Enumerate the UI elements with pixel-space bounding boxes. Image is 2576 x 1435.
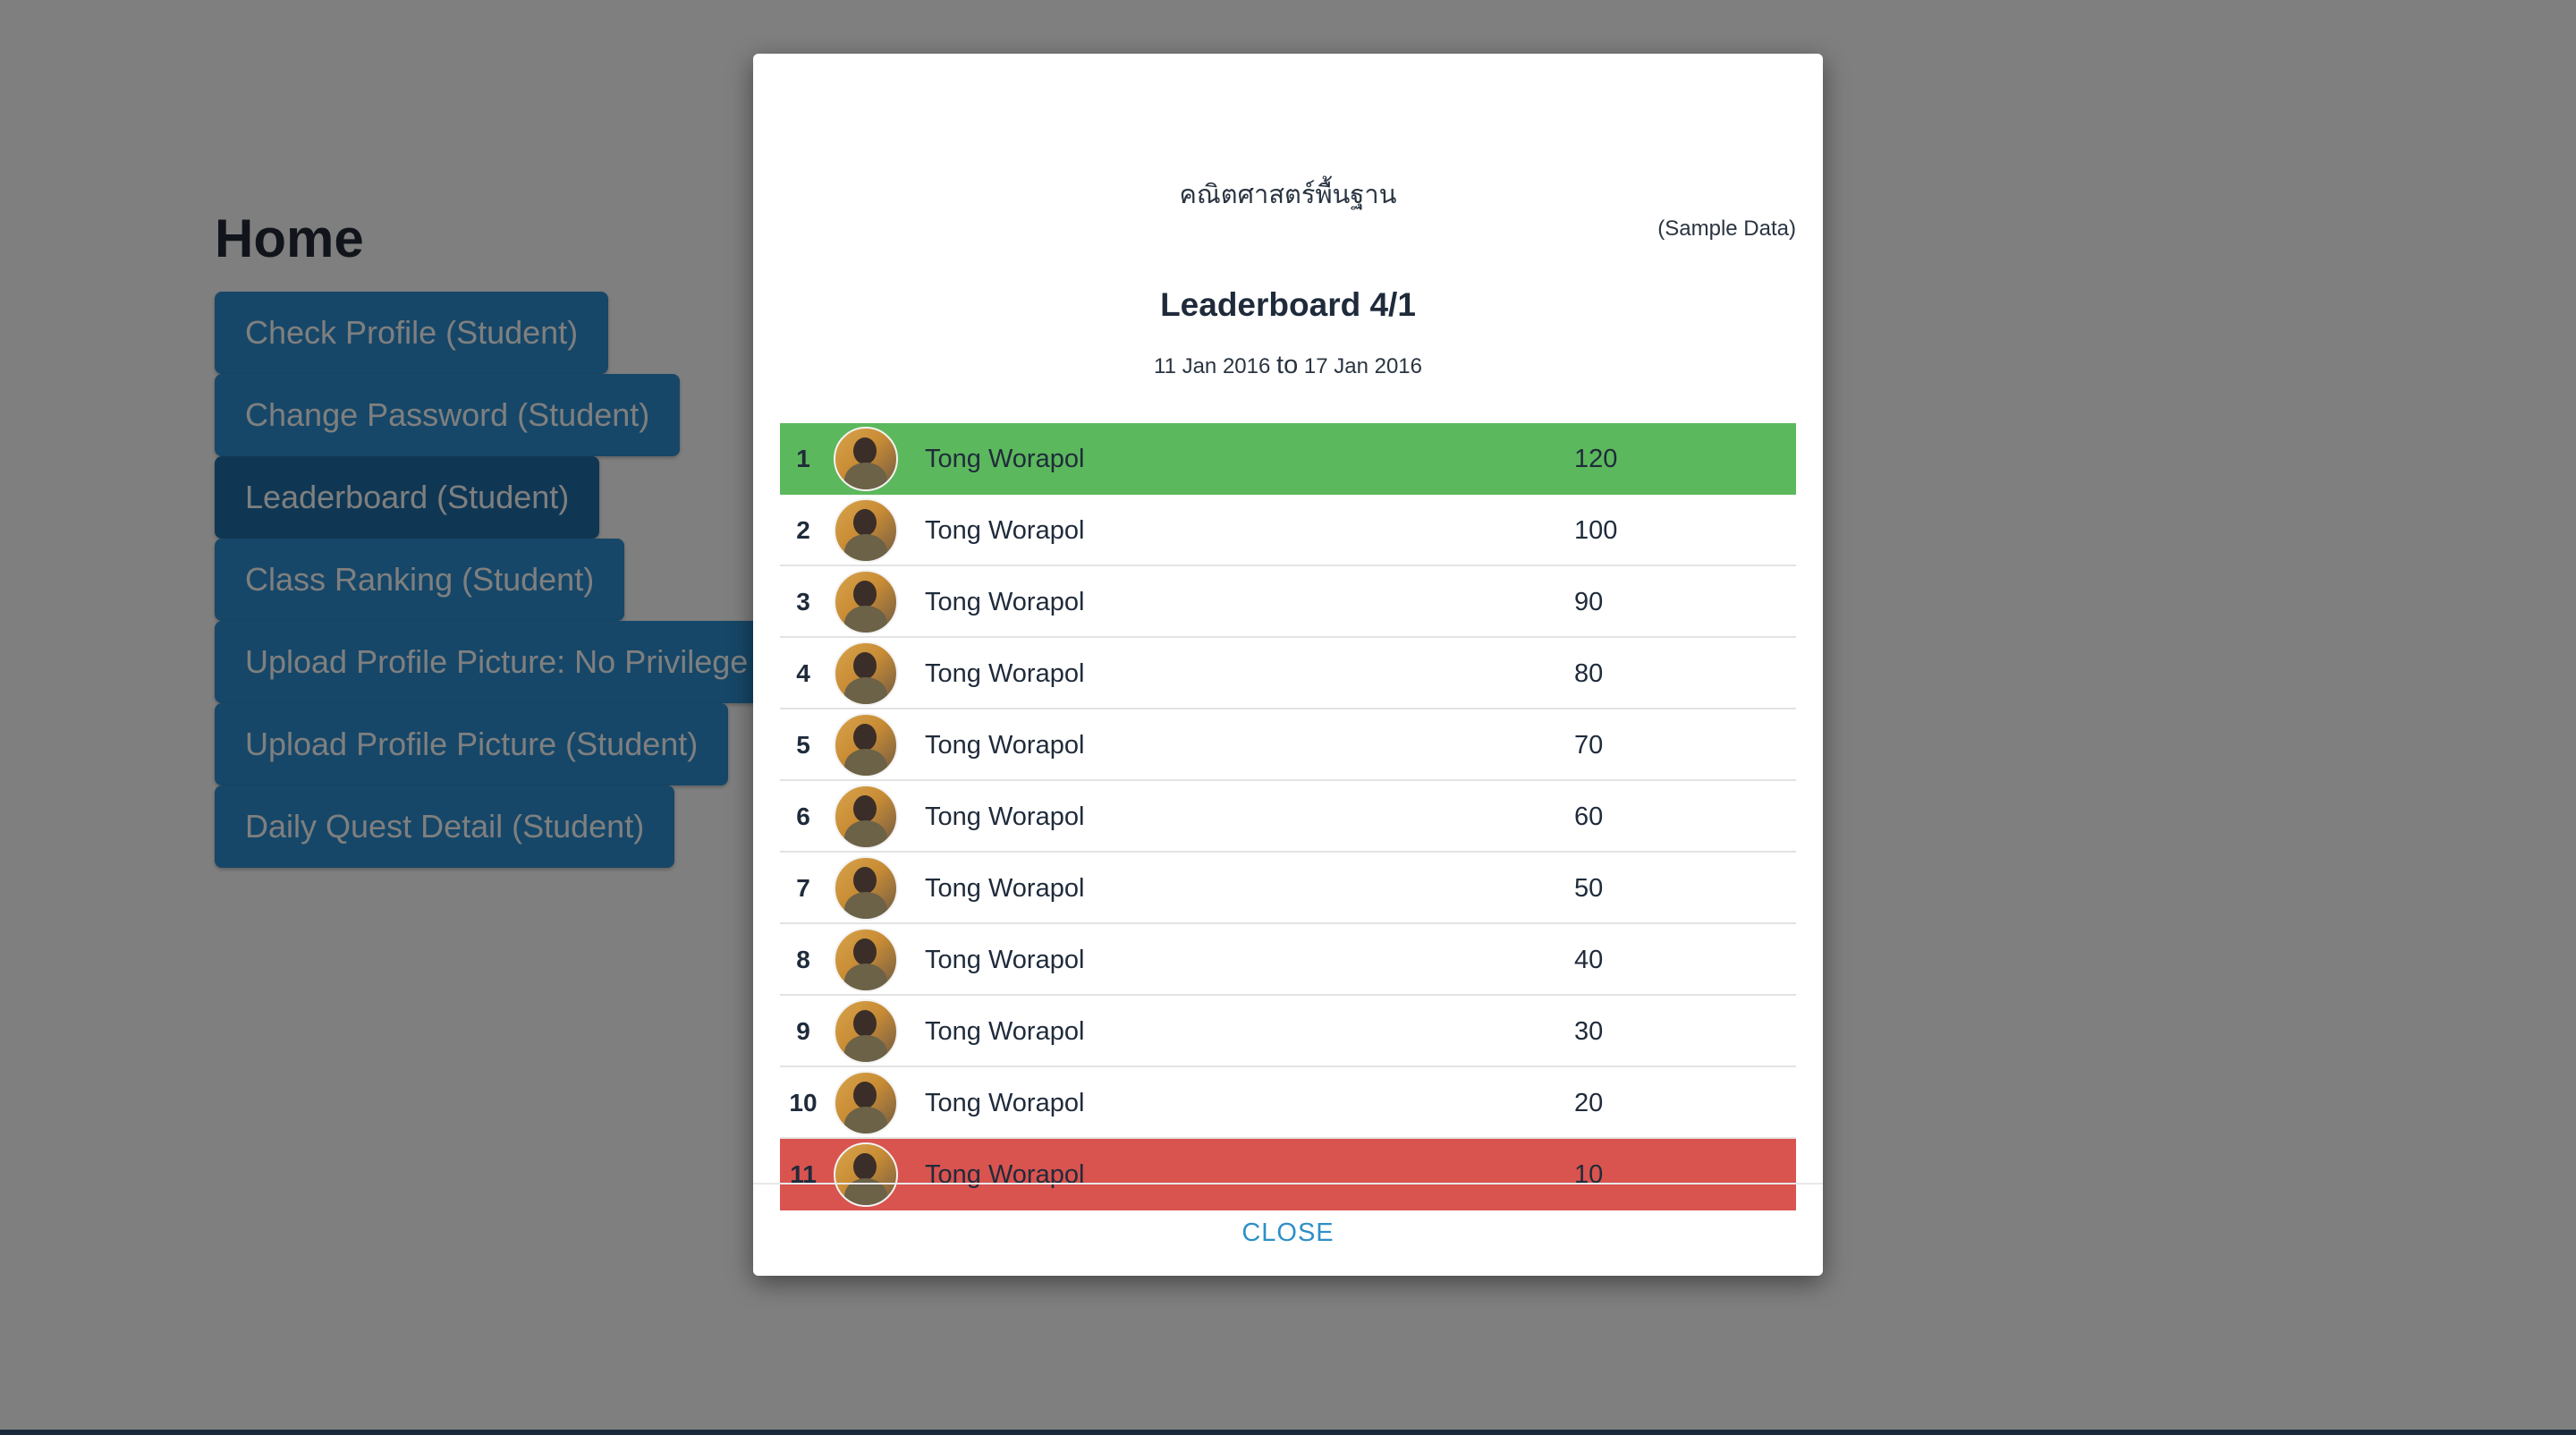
table-row: 3 Tong Worapol 90 — [780, 566, 1796, 638]
table-row: 2 Tong Worapol 100 — [780, 495, 1796, 566]
leaderboard-modal: คณิตศาสตร์พื้นฐาน (Sample Data) Leaderbo… — [753, 54, 1823, 1276]
table-row: 5 Tong Worapol 70 — [780, 709, 1796, 781]
student-name: Tong Worapol — [925, 946, 1085, 974]
score-cell: 60 — [1574, 802, 1604, 831]
table-row: 6 Tong Worapol 60 — [780, 781, 1796, 853]
date-to: 17 Jan 2016 — [1303, 354, 1422, 378]
score-cell: 120 — [1574, 445, 1618, 473]
avatar — [834, 713, 898, 777]
score-cell: 50 — [1574, 874, 1604, 903]
avatar — [834, 427, 898, 491]
rank-cell: 8 — [796, 946, 810, 973]
avatar — [834, 999, 898, 1064]
student-name: Tong Worapol — [925, 874, 1085, 903]
rank-cell: 6 — [796, 802, 810, 830]
score-cell: 40 — [1574, 946, 1604, 974]
date-from: 11 Jan 2016 — [1154, 354, 1271, 378]
table-row: 9 Tong Worapol 30 — [780, 996, 1796, 1067]
course-name: คณิตศาสตร์พื้นฐาน — [1179, 181, 1397, 209]
table-row: 8 Tong Worapol 40 — [780, 924, 1796, 996]
bottom-bar — [0, 1430, 2576, 1435]
student-name: Tong Worapol — [925, 1017, 1085, 1046]
score-cell: 30 — [1574, 1017, 1604, 1046]
student-name: Tong Worapol — [925, 802, 1085, 831]
table-row: 4 Tong Worapol 80 — [780, 638, 1796, 709]
date-separator: to — [1276, 351, 1299, 379]
avatar — [834, 641, 898, 706]
modal-footer-divider — [753, 1183, 1823, 1185]
student-name: Tong Worapol — [925, 1089, 1085, 1117]
score-cell: 10 — [1574, 1160, 1604, 1189]
sample-data-note: (Sample Data) — [1657, 217, 1796, 241]
student-name: Tong Worapol — [925, 659, 1085, 688]
date-range: 11 Jan 2016 to 17 Jan 2016 — [753, 351, 1823, 380]
rank-cell: 7 — [796, 874, 810, 902]
student-name: Tong Worapol — [925, 588, 1085, 616]
rank-cell: 5 — [796, 731, 810, 759]
avatar — [834, 1142, 898, 1207]
avatar — [834, 856, 898, 921]
score-cell: 100 — [1574, 516, 1618, 545]
rank-cell: 11 — [790, 1160, 817, 1188]
avatar — [834, 785, 898, 849]
close-button[interactable]: CLOSE — [1199, 1206, 1377, 1260]
student-name: Tong Worapol — [925, 516, 1085, 545]
rank-cell: 9 — [796, 1017, 810, 1045]
avatar — [834, 928, 898, 992]
rank-cell: 2 — [796, 516, 810, 544]
student-name: Tong Worapol — [925, 731, 1085, 760]
rank-cell: 10 — [789, 1089, 818, 1117]
leaderboard-title: Leaderboard 4/1 — [1160, 286, 1416, 323]
score-cell: 70 — [1574, 731, 1604, 760]
table-row: 7 Tong Worapol 50 — [780, 853, 1796, 924]
avatar — [834, 570, 898, 634]
student-name: Tong Worapol — [925, 445, 1085, 473]
rank-cell: 1 — [796, 445, 810, 472]
score-cell: 80 — [1574, 659, 1604, 688]
rank-cell: 4 — [796, 659, 810, 687]
avatar — [834, 1071, 898, 1135]
table-row: 11 Tong Worapol 10 — [780, 1139, 1796, 1210]
score-cell: 20 — [1574, 1089, 1604, 1117]
table-row: 10 Tong Worapol 20 — [780, 1067, 1796, 1139]
avatar — [834, 498, 898, 563]
table-row: 1 Tong Worapol 120 — [780, 423, 1796, 495]
rank-cell: 3 — [796, 588, 810, 616]
leaderboard-table: 1 Tong Worapol 120 2 Tong Worapol 100 3 … — [780, 423, 1796, 1210]
student-name: Tong Worapol — [925, 1160, 1085, 1189]
score-cell: 90 — [1574, 588, 1604, 616]
